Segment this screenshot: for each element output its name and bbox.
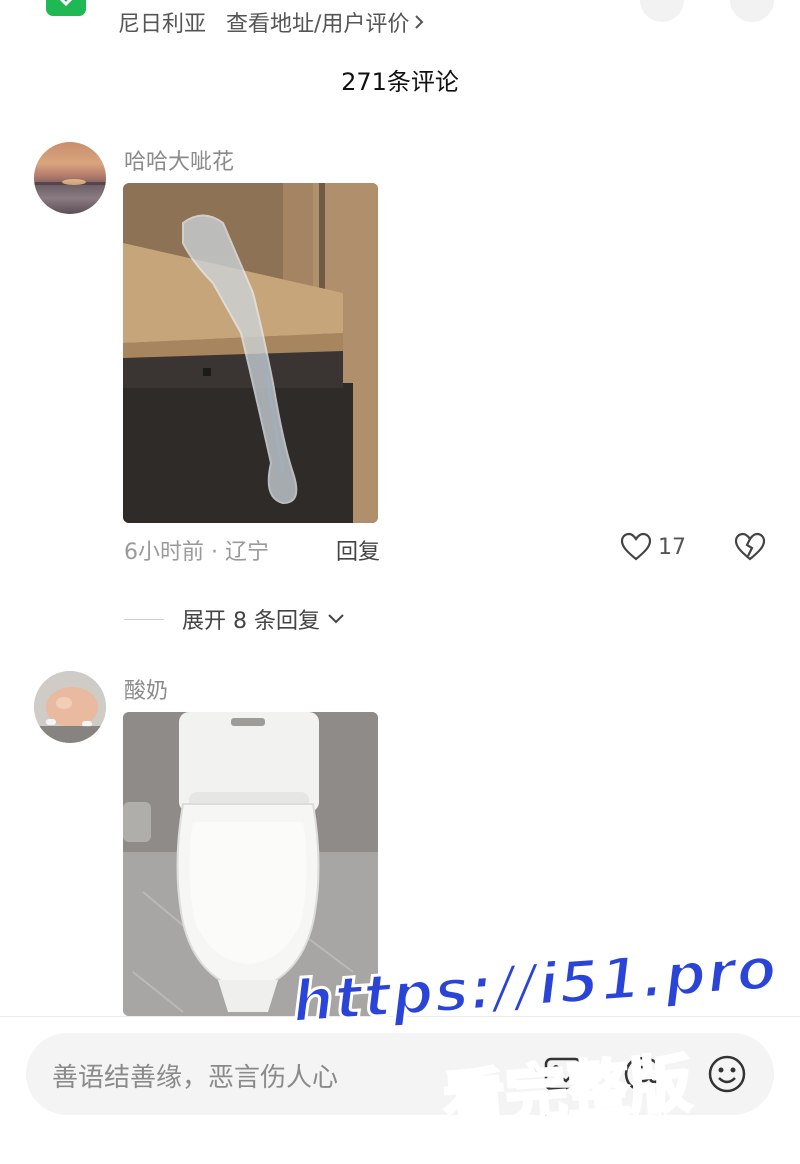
username[interactable]: 酸奶 (124, 673, 168, 705)
divider-line (124, 618, 164, 620)
chevron-down-icon (328, 614, 344, 624)
comment-input-placeholder: 善语结善缘，恶言伤人心 (52, 1063, 339, 1093)
close-button[interactable] (730, 0, 774, 22)
photo-image (123, 712, 378, 1016)
image-button[interactable] (542, 1053, 584, 1099)
photo-image (123, 183, 378, 523)
address-reviews-link[interactable]: 查看地址/用户评价 (226, 6, 409, 38)
username[interactable]: 哈哈大呲花 (124, 144, 234, 176)
comment-input-bar: 善语结善缘，恶言伤人心 (0, 1016, 800, 1164)
sunset-avatar-image (34, 179, 106, 185)
app-badge (46, 0, 86, 16)
comment-photo[interactable] (123, 183, 378, 523)
emoji-icon (708, 1055, 746, 1093)
comment-meta: 6小时前 · 辽宁 回复 17 (124, 532, 766, 566)
chevron-right-icon (415, 15, 424, 29)
expand-replies-button[interactable]: 展开 8 条回复 (124, 602, 346, 636)
like-button[interactable]: 17 (620, 532, 686, 562)
mention-button[interactable] (622, 1053, 664, 1099)
at-icon (624, 1056, 662, 1092)
location-link[interactable]: 尼日利亚 查看地址/用户评价 (118, 6, 425, 38)
dislike-button[interactable] (734, 532, 766, 566)
heart-icon (620, 532, 652, 561)
reply-button[interactable]: 回复 (336, 534, 380, 566)
comments-count: 271条评论 (341, 68, 459, 96)
comment-photo[interactable] (123, 712, 378, 1016)
share-button[interactable] (640, 0, 684, 22)
image-icon (544, 1057, 582, 1091)
broken-heart-icon (734, 532, 766, 561)
check-icon (59, 0, 73, 6)
expand-replies-label: 展开 8 条回复 (182, 609, 320, 634)
top-bar: 尼日利亚 查看地址/用户评价 (0, 0, 800, 44)
avatar[interactable] (34, 671, 106, 743)
comment-input[interactable]: 善语结善缘，恶言伤人心 (26, 1033, 774, 1115)
like-count: 17 (658, 534, 686, 560)
avatar[interactable] (34, 142, 106, 214)
plush-avatar-image (34, 671, 106, 743)
emoji-button[interactable] (706, 1053, 748, 1099)
comment-time-location: 6小时前 · 辽宁 (124, 540, 269, 565)
location-text: 尼日利亚 (118, 12, 207, 37)
